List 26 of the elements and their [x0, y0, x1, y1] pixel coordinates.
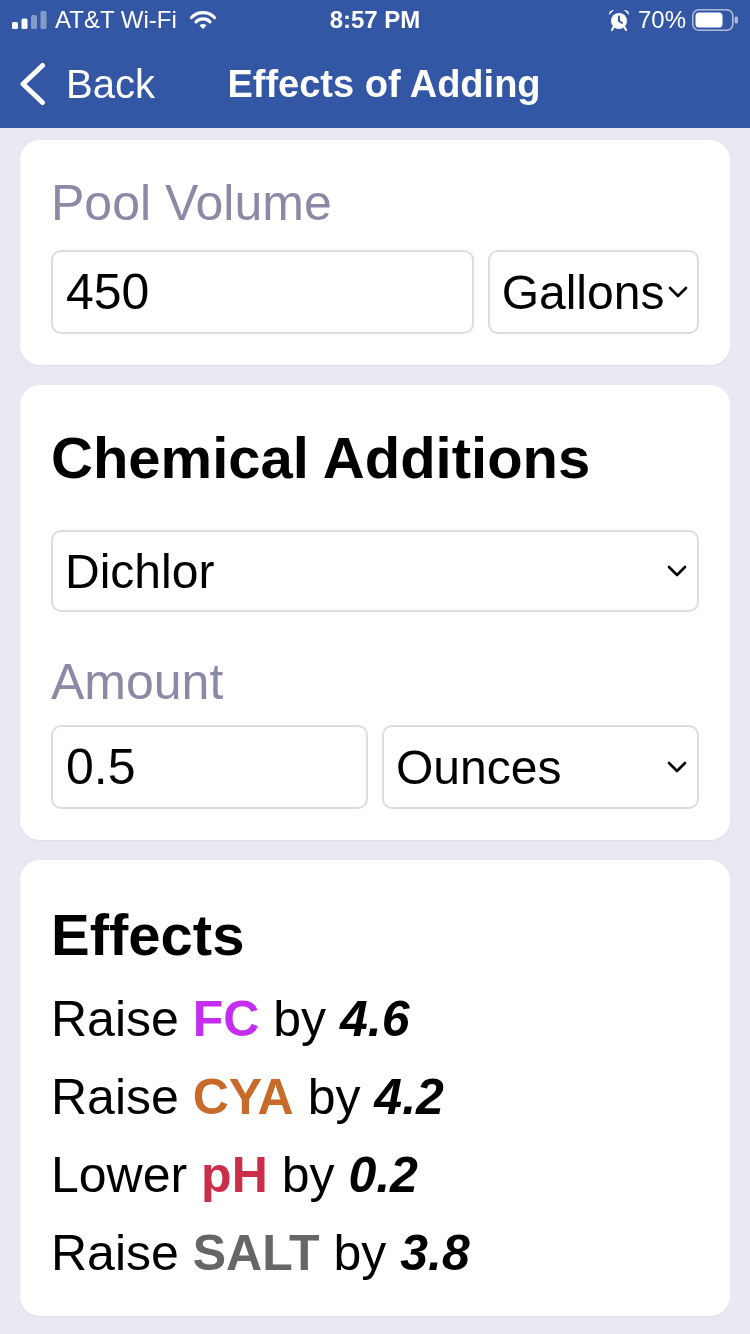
- chevron-down-icon: [667, 761, 687, 773]
- carrier-name: AT&T Wi-Fi: [55, 6, 177, 34]
- chevron-left-icon: [18, 62, 46, 106]
- back-button[interactable]: Back: [18, 60, 155, 108]
- alarm-clock-icon: [607, 9, 630, 31]
- effect-line: Raise CYA by 4.2: [51, 1068, 444, 1127]
- battery-icon: [692, 9, 738, 31]
- chevron-down-icon: [667, 565, 687, 577]
- field-label: Pool Volume: [51, 174, 332, 233]
- unit-select[interactable]: Gallons: [487, 250, 699, 334]
- chevron-down-icon: [668, 286, 689, 298]
- effect-line: Raise SALT by 3.8: [51, 1224, 470, 1283]
- effect-line: Raise FC by 4.6: [51, 990, 410, 1049]
- screen-title: Effects of Adding: [227, 62, 541, 106]
- battery-percent: 70%: [637, 6, 686, 34]
- section-heading: Chemical Additions: [51, 424, 591, 492]
- effect-line: Lower pH by 0.2: [51, 1146, 418, 1205]
- volume-input[interactable]: 450: [51, 250, 474, 334]
- section-heading: Effects: [51, 901, 245, 969]
- amount-input[interactable]: 0.5: [51, 725, 368, 809]
- chemical-select[interactable]: Dichlor: [51, 530, 699, 612]
- field-label: Amount: [51, 653, 224, 712]
- signal-icon: [12, 11, 47, 29]
- wifi-icon: [188, 10, 217, 30]
- status-time: 8:57 PM: [329, 6, 421, 34]
- unit-select[interactable]: Ounces: [382, 725, 699, 809]
